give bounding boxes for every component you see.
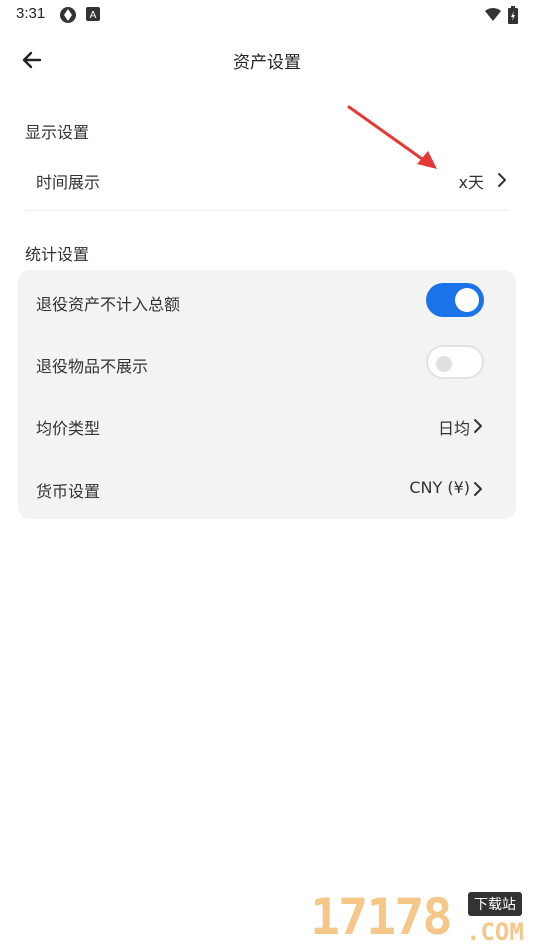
toggle-knob [436,356,452,372]
toggle-switch-on[interactable] [426,283,484,317]
aperture-icon [60,7,76,23]
red-arrow-icon [347,105,437,169]
section-title-stats: 统计设置 [25,245,90,264]
setting-label: 货币设置 [36,482,101,501]
wifi-icon [485,7,501,21]
setting-value: 日均 [437,419,470,438]
chevron-right-icon [498,173,506,187]
watermark-logo: 17178 [310,888,453,946]
setting-row-average-type[interactable]: 均价类型 日均 [18,394,516,456]
setting-value: CNY (¥) [409,478,470,497]
setting-label: 时间展示 [36,173,101,192]
app-bar: 资产设置 [0,30,534,88]
watermark-badge: 下载站 [468,892,522,916]
battery-icon [508,6,518,24]
stats-settings-card: 退役资产不计入总额 退役物品不展示 均价类型 日均 货币设置 CNY (¥) [18,270,516,519]
setting-label: 退役物品不展示 [36,357,149,376]
setting-row-retired-assets-total: 退役资产不计入总额 [18,270,516,332]
svg-text:A: A [90,10,97,21]
page-title: 资产设置 [233,53,301,73]
setting-value: x天 [458,173,484,192]
setting-label: 均价类型 [36,419,101,438]
watermark-suffix: .COM [466,918,524,946]
a-letter-icon: A [86,7,100,21]
setting-row-retired-items-hide: 退役物品不展示 [18,332,516,394]
status-time: 3:31 [16,5,46,22]
status-bar: 3:31 A [0,0,534,30]
toggle-switch-off[interactable] [426,345,484,379]
setting-row-currency[interactable]: 货币设置 CNY (¥) [18,457,516,519]
chevron-right-icon [474,482,482,496]
section-title-display: 显示设置 [25,123,90,142]
toggle-knob [455,288,479,312]
divider [25,210,508,211]
setting-label: 退役资产不计入总额 [36,295,181,314]
chevron-right-icon [474,419,482,433]
watermark-number: 17178 [310,888,453,946]
